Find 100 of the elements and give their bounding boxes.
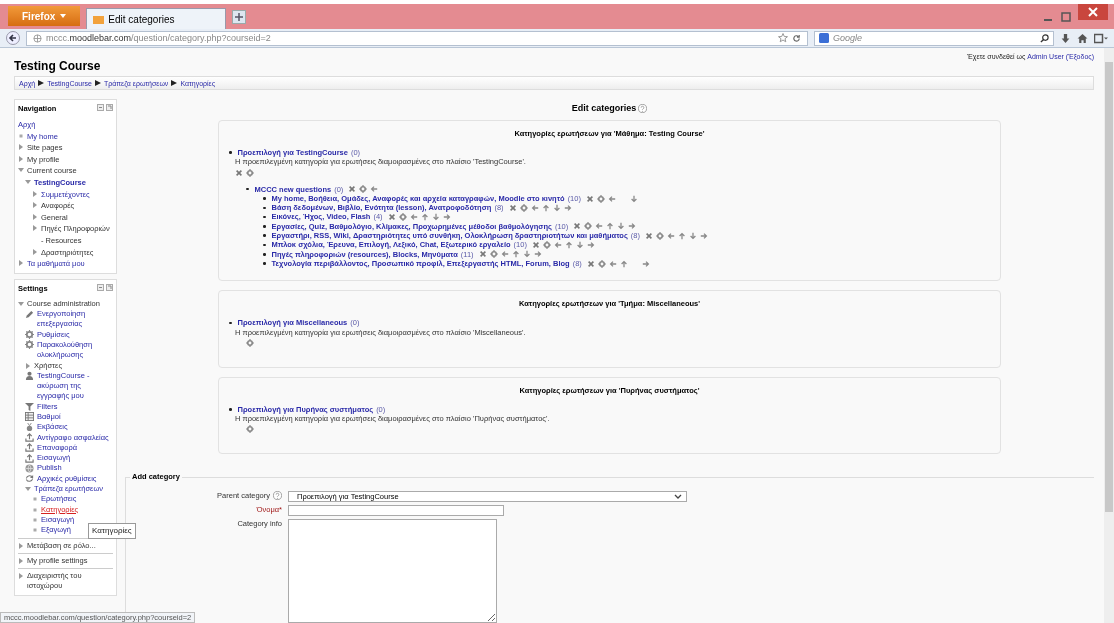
right-arrow-icon[interactable] <box>641 259 650 268</box>
delete-icon[interactable] <box>348 185 357 194</box>
right-arrow-icon[interactable] <box>586 241 595 249</box>
up-arrow-icon[interactable] <box>541 203 550 212</box>
triangle-icon[interactable] <box>18 144 24 151</box>
delete-icon[interactable] <box>387 213 396 222</box>
separator-icon <box>94 80 101 86</box>
left-arrow-icon[interactable] <box>607 194 616 203</box>
settings-icon[interactable] <box>519 203 528 212</box>
down-arrow-icon[interactable] <box>575 241 584 249</box>
triangle-icon[interactable] <box>32 248 38 255</box>
up-arrow-icon[interactable] <box>606 222 615 231</box>
left-arrow-icon[interactable] <box>500 250 509 259</box>
delete-icon[interactable] <box>585 194 594 203</box>
settings-icon[interactable] <box>359 185 368 194</box>
delete-icon[interactable] <box>478 250 487 259</box>
menu-icon[interactable] <box>1094 32 1108 44</box>
triangle-icon[interactable] <box>25 486 31 493</box>
settings-icon[interactable] <box>246 168 254 177</box>
collapse-icon[interactable] <box>97 283 104 291</box>
bullet-icon <box>263 253 266 256</box>
collapse-icon[interactable] <box>97 104 104 111</box>
address-bar[interactable]: mccc.moodlebar.com/question/category.php?courseid=2 <box>26 30 808 46</box>
back-icon[interactable] <box>6 31 20 45</box>
scrollbar[interactable] <box>1104 48 1114 623</box>
dock-icon[interactable] <box>106 283 113 291</box>
triangle-icon[interactable] <box>32 202 38 209</box>
triangle-icon[interactable] <box>18 557 24 564</box>
delete-icon[interactable] <box>235 168 243 177</box>
settings-icon[interactable] <box>246 338 254 347</box>
right-arrow-icon[interactable] <box>533 250 542 259</box>
down-arrow-icon[interactable] <box>552 203 561 212</box>
up-arrow-icon[interactable] <box>564 241 573 249</box>
left-arrow-icon[interactable] <box>553 241 562 249</box>
home-icon[interactable] <box>1077 32 1088 44</box>
triangle-icon[interactable] <box>18 542 24 549</box>
maximize-icon[interactable] <box>1060 10 1072 23</box>
triangle-icon[interactable] <box>25 178 31 185</box>
triangle-icon[interactable] <box>18 573 24 580</box>
help-icon[interactable] <box>273 491 282 501</box>
download-icon[interactable] <box>1060 32 1071 44</box>
refresh-icon <box>25 474 34 484</box>
search-field[interactable]: Google <box>814 30 1054 46</box>
name-input-field[interactable] <box>288 505 504 517</box>
right-arrow-icon[interactable] <box>563 203 572 212</box>
up-arrow-icon[interactable] <box>511 250 520 259</box>
down-arrow-icon[interactable] <box>522 250 531 259</box>
right-arrow-icon[interactable] <box>699 231 708 240</box>
search-icon[interactable] <box>1040 33 1049 43</box>
triangle-icon[interactable] <box>32 213 38 220</box>
dock-icon[interactable] <box>106 104 113 111</box>
left-arrow-icon[interactable] <box>666 231 675 240</box>
upload-icon <box>25 433 34 443</box>
search-engine-icon <box>819 33 829 43</box>
right-arrow-icon[interactable] <box>628 222 637 231</box>
left-arrow-icon[interactable] <box>370 185 379 194</box>
left-arrow-icon[interactable] <box>595 222 604 231</box>
settings-icon[interactable] <box>584 222 593 231</box>
delete-icon[interactable] <box>573 222 582 231</box>
triangle-icon[interactable] <box>25 362 31 369</box>
down-arrow-icon[interactable] <box>617 222 626 231</box>
settings-icon[interactable] <box>542 241 551 249</box>
down-arrow-icon[interactable] <box>629 194 638 203</box>
up-arrow-icon[interactable] <box>420 213 429 222</box>
left-arrow-icon[interactable] <box>608 259 617 268</box>
bullet-icon <box>229 321 232 325</box>
triangle-icon[interactable] <box>32 225 38 232</box>
new-tab-icon[interactable] <box>232 9 247 24</box>
triangle-icon[interactable] <box>18 260 24 267</box>
triangle-icon[interactable] <box>18 167 24 174</box>
browser-tab[interactable]: Edit categories <box>86 8 227 29</box>
bullet-icon <box>263 243 266 247</box>
delete-icon[interactable] <box>586 259 595 268</box>
down-arrow-icon[interactable] <box>431 213 440 222</box>
right-arrow-icon[interactable] <box>442 213 451 222</box>
down-arrow-icon[interactable] <box>688 231 697 240</box>
settings-icon[interactable] <box>398 213 407 222</box>
reload-icon[interactable] <box>792 33 801 43</box>
up-arrow-icon[interactable] <box>677 231 686 240</box>
left-arrow-icon[interactable] <box>530 203 539 212</box>
settings-icon[interactable] <box>655 231 664 240</box>
bullet-icon <box>263 206 266 210</box>
triangle-icon[interactable] <box>18 155 24 162</box>
triangle-icon[interactable] <box>32 190 38 197</box>
category-info-field[interactable] <box>288 519 497 623</box>
settings-icon[interactable] <box>597 259 606 268</box>
triangle-icon[interactable] <box>18 300 24 307</box>
help-icon[interactable] <box>638 103 648 113</box>
settings-icon[interactable] <box>489 250 498 259</box>
star-icon[interactable] <box>778 33 788 43</box>
delete-icon[interactable] <box>531 241 540 249</box>
delete-icon[interactable] <box>644 231 653 240</box>
settings-icon[interactable] <box>596 194 605 203</box>
delete-icon[interactable] <box>508 203 517 212</box>
close-icon[interactable] <box>1078 4 1108 20</box>
settings-icon[interactable] <box>246 425 254 434</box>
bullet-icon <box>32 496 38 503</box>
globe-icon <box>25 463 34 473</box>
up-arrow-icon[interactable] <box>619 259 628 268</box>
left-arrow-icon[interactable] <box>409 213 418 222</box>
